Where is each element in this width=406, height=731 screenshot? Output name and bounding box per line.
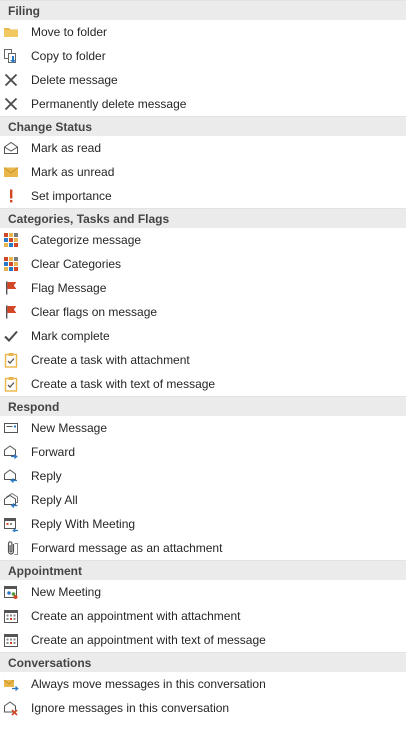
closed-envelope-icon: [3, 164, 19, 180]
categories-grid-icon: [3, 256, 19, 272]
menu-item-copy-to-folder[interactable]: Copy to folder: [0, 44, 406, 68]
menu-item-label: Mark complete: [31, 329, 110, 343]
menu-item-label: Mark as read: [31, 141, 102, 155]
section-header-change-status: Change Status: [0, 116, 406, 136]
menu-item-label: Move to folder: [31, 25, 108, 39]
copy-to-folder-icon: [3, 48, 19, 64]
menu-item-clear-flags-on-message[interactable]: Clear flags on message: [0, 300, 406, 324]
task-clipboard-icon: [3, 376, 19, 392]
new-message-icon: [3, 420, 19, 436]
section-header-categories-tasks-and-flags: Categories, Tasks and Flags: [0, 208, 406, 228]
calendar-icon: [3, 608, 19, 624]
new-meeting-icon: [3, 584, 19, 600]
menu-item-label: Create a task with attachment: [31, 353, 190, 367]
menu-item-label: Mark as unread: [31, 165, 115, 179]
menu-item-label: Permanently delete message: [31, 97, 187, 111]
delete-x-icon: [3, 96, 19, 112]
menu-item-label: New Meeting: [31, 585, 102, 599]
menu-item-reply-with-meeting[interactable]: Reply With Meeting: [0, 512, 406, 536]
reply-meeting-icon: [3, 516, 19, 532]
section-header-respond: Respond: [0, 396, 406, 416]
calendar-icon: [3, 632, 19, 648]
menu-item-delete-message[interactable]: Delete message: [0, 68, 406, 92]
menu-item-reply-all[interactable]: Reply All: [0, 488, 406, 512]
quick-steps-menu: Filing Move to folder Copy to folder Delete…: [0, 0, 406, 720]
menu-item-label: Reply All: [31, 493, 78, 507]
menu-item-label: Flag Message: [31, 281, 107, 295]
menu-item-label: Create an appointment with attachment: [31, 609, 241, 623]
menu-item-ignore-messages-in-this-conversation[interactable]: Ignore messages in this conversation: [0, 696, 406, 720]
menu-item-clear-categories[interactable]: Clear Categories: [0, 252, 406, 276]
menu-item-new-message[interactable]: New Message: [0, 416, 406, 440]
forward-icon: [3, 444, 19, 460]
menu-item-label: Copy to folder: [31, 49, 106, 63]
section-header-filing: Filing: [0, 0, 406, 20]
section-header-appointment: Appointment: [0, 560, 406, 580]
menu-item-label: Create a task with text of message: [31, 377, 216, 391]
flag-icon: [3, 280, 19, 296]
menu-item-label: Clear flags on message: [31, 305, 158, 319]
menu-item-label: Reply With Meeting: [31, 517, 136, 531]
menu-item-label: New Message: [31, 421, 108, 435]
menu-item-mark-as-read[interactable]: Mark as read: [0, 136, 406, 160]
exclamation-icon: [3, 188, 19, 204]
categories-grid-icon: [3, 232, 19, 248]
reply-icon: [3, 468, 19, 484]
menu-item-forward-message-as-an-attachment[interactable]: Forward message as an attachment: [0, 536, 406, 560]
section-header-conversations: Conversations: [0, 652, 406, 672]
open-envelope-icon: [3, 140, 19, 156]
menu-item-label: Delete message: [31, 73, 118, 87]
menu-item-label: Forward message as an attachment: [31, 541, 223, 555]
move-conversation-icon: [3, 676, 19, 692]
menu-item-create-a-task-with-attachment[interactable]: Create a task with attachment: [0, 348, 406, 372]
menu-item-create-an-appointment-with-text-of-message[interactable]: Create an appointment with text of messa…: [0, 628, 406, 652]
menu-item-label: Ignore messages in this conversation: [31, 701, 230, 715]
menu-item-set-importance[interactable]: Set importance: [0, 184, 406, 208]
menu-item-label: Set importance: [31, 189, 112, 203]
paperclip-icon: [3, 540, 19, 556]
menu-item-create-an-appointment-with-attachment[interactable]: Create an appointment with attachment: [0, 604, 406, 628]
menu-item-reply[interactable]: Reply: [0, 464, 406, 488]
menu-item-label: Always move messages in this conversatio…: [31, 677, 266, 691]
menu-item-label: Clear Categories: [31, 257, 122, 271]
menu-item-flag-message[interactable]: Flag Message: [0, 276, 406, 300]
menu-item-label: Forward: [31, 445, 76, 459]
menu-item-categorize-message[interactable]: Categorize message: [0, 228, 406, 252]
menu-item-forward[interactable]: Forward: [0, 440, 406, 464]
menu-item-label: Reply: [31, 469, 62, 483]
menu-item-permanently-delete-message[interactable]: Permanently delete message: [0, 92, 406, 116]
delete-x-icon: [3, 72, 19, 88]
flag-icon: [3, 304, 19, 320]
menu-item-label: Create an appointment with text of messa…: [31, 633, 266, 647]
menu-item-mark-complete[interactable]: Mark complete: [0, 324, 406, 348]
reply-all-icon: [3, 492, 19, 508]
menu-item-move-to-folder[interactable]: Move to folder: [0, 20, 406, 44]
folder-icon: [3, 24, 19, 40]
menu-item-mark-as-unread[interactable]: Mark as unread: [0, 160, 406, 184]
checkmark-icon: [3, 328, 19, 344]
menu-item-label: Categorize message: [31, 233, 142, 247]
menu-item-create-a-task-with-text-of-message[interactable]: Create a task with text of message: [0, 372, 406, 396]
task-clipboard-icon: [3, 352, 19, 368]
menu-item-always-move-messages-in-this-conversation[interactable]: Always move messages in this conversatio…: [0, 672, 406, 696]
ignore-conversation-icon: [3, 700, 19, 716]
menu-item-new-meeting[interactable]: New Meeting: [0, 580, 406, 604]
